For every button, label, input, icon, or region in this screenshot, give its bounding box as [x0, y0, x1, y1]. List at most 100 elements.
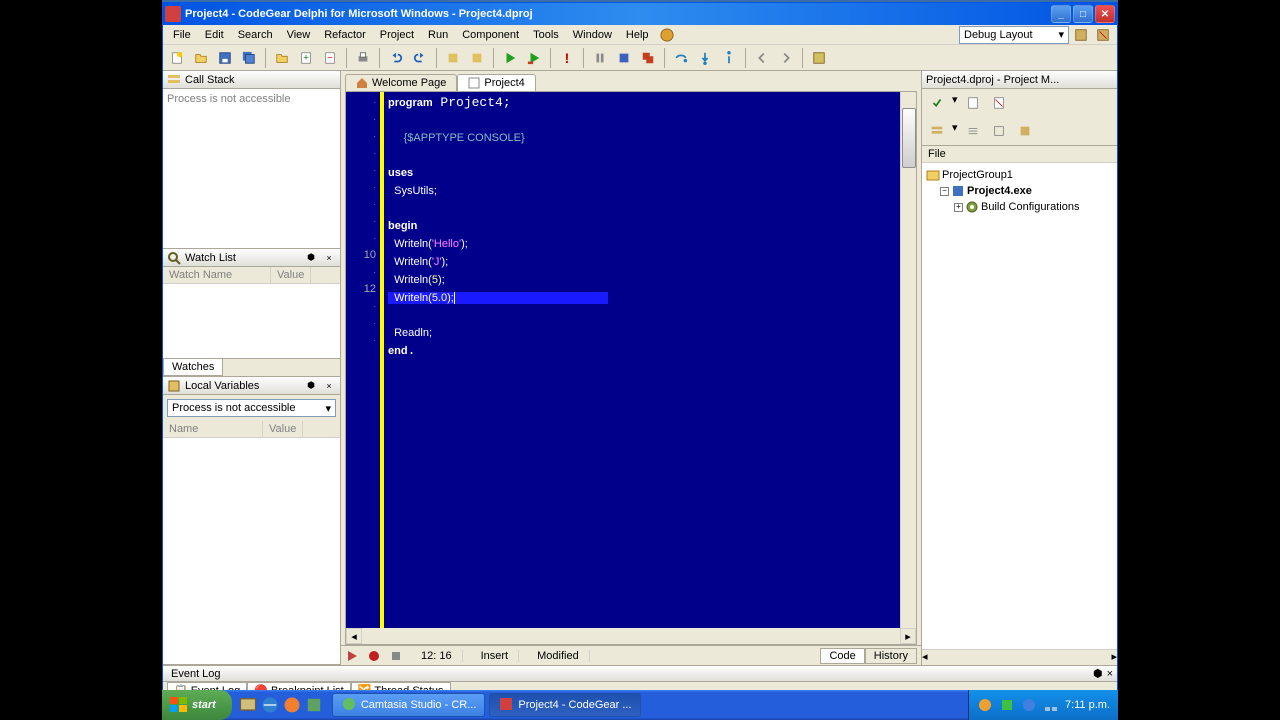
local-col-value[interactable]: Value — [263, 421, 303, 437]
chevron-down-icon[interactable]: ▾ — [952, 93, 958, 113]
menu-project[interactable]: Project — [374, 27, 420, 43]
tab-welcome[interactable]: Welcome Page — [345, 74, 457, 91]
horizontal-scrollbar[interactable]: ◂ ▸ — [346, 628, 916, 644]
task-camtasia[interactable]: Camtasia Studio - CR... — [332, 693, 486, 717]
scroll-left-icon[interactable]: ◂ — [346, 628, 362, 644]
collapse-icon[interactable]: − — [940, 187, 949, 196]
delete-layout-icon[interactable] — [1093, 25, 1113, 45]
pm-col-file[interactable]: File — [922, 146, 1117, 163]
pm-expand-icon[interactable] — [962, 121, 984, 141]
system-tray[interactable]: 7:11 p.m. — [968, 690, 1118, 720]
maximize-button[interactable]: □ — [1073, 5, 1093, 23]
pm-activate-icon[interactable] — [926, 93, 948, 113]
pin-icon[interactable]: ⬢ — [304, 379, 318, 393]
stepover-icon[interactable] — [671, 48, 691, 68]
macro-play-icon[interactable] — [345, 649, 359, 663]
start-button[interactable]: start — [162, 690, 232, 720]
pm-collapse-icon[interactable] — [988, 121, 1010, 141]
tree-projectgroup[interactable]: ProjectGroup1 — [926, 167, 1113, 183]
ql-ie-icon[interactable] — [260, 694, 280, 716]
help-icon[interactable] — [657, 25, 677, 45]
tree-build-configs[interactable]: + Build Configurations — [926, 199, 1113, 215]
tray-icon[interactable] — [977, 697, 993, 713]
menu-tools[interactable]: Tools — [527, 27, 565, 43]
macro-stop-icon[interactable] — [389, 649, 403, 663]
print-icon[interactable] — [353, 48, 373, 68]
taskbar[interactable]: start Camtasia Studio - CR... Project4 -… — [162, 690, 1118, 720]
navfwd-icon[interactable] — [776, 48, 796, 68]
break-icon[interactable]: ! — [557, 48, 577, 68]
pm-sync-icon[interactable] — [1014, 121, 1036, 141]
tray-icon[interactable] — [1021, 697, 1037, 713]
close-button[interactable]: ✕ — [1095, 5, 1115, 23]
run-icon[interactable] — [500, 48, 520, 68]
add-file-icon[interactable]: + — [296, 48, 316, 68]
pm-view1-icon[interactable] — [926, 121, 948, 141]
watch-col-name[interactable]: Watch Name — [163, 267, 271, 283]
close-panel-icon[interactable]: × — [322, 251, 336, 265]
watches-tab[interactable]: Watches — [163, 359, 223, 376]
extra2-icon[interactable] — [467, 48, 487, 68]
tray-clock[interactable]: 7:11 p.m. — [1065, 699, 1110, 711]
minimize-button[interactable]: _ — [1051, 5, 1071, 23]
menu-view[interactable]: View — [281, 27, 317, 43]
chevron-down-icon[interactable]: ▾ — [952, 121, 958, 141]
menu-search[interactable]: Search — [232, 27, 279, 43]
stepinto-icon[interactable] — [695, 48, 715, 68]
menu-run[interactable]: Run — [422, 27, 454, 43]
titlebar[interactable]: Project4 - CodeGear Delphi for Microsoft… — [163, 3, 1117, 25]
save-layout-icon[interactable] — [1071, 25, 1091, 45]
code-view-tab[interactable]: Code — [820, 648, 864, 664]
undo-icon[interactable] — [386, 48, 406, 68]
pm-new-icon[interactable] — [962, 93, 984, 113]
pm-remove-icon[interactable] — [988, 93, 1010, 113]
pin-icon[interactable]: ⬢ — [1093, 667, 1103, 680]
extra1-icon[interactable] — [443, 48, 463, 68]
stop-icon[interactable] — [614, 48, 634, 68]
menu-file[interactable]: File — [167, 27, 197, 43]
stop-all-icon[interactable] — [638, 48, 658, 68]
code-text[interactable]: program Project4; {$APPTYPE CONSOLE} use… — [384, 92, 900, 628]
open-project-icon[interactable] — [272, 48, 292, 68]
gutter[interactable]: · · · · · · · · · 10 · 12 · · · — [346, 92, 384, 628]
toolpalette-icon[interactable] — [809, 48, 829, 68]
saveall-icon[interactable] — [239, 48, 259, 68]
menu-help[interactable]: Help — [620, 27, 655, 43]
pause-icon[interactable] — [590, 48, 610, 68]
open-icon[interactable] — [191, 48, 211, 68]
remove-file-icon[interactable]: − — [320, 48, 340, 68]
local-col-name[interactable]: Name — [163, 421, 263, 437]
close-panel-icon[interactable]: × — [1107, 668, 1113, 680]
scroll-right-icon[interactable]: ▸ — [900, 628, 916, 644]
stepout-icon[interactable] — [719, 48, 739, 68]
close-panel-icon[interactable]: × — [322, 379, 336, 393]
tab-project4[interactable]: Project4 — [457, 74, 535, 91]
task-delphi[interactable]: Project4 - CodeGear ... — [489, 693, 640, 717]
expand-icon[interactable]: + — [954, 203, 963, 212]
layout-combo[interactable]: Debug Layout ▾ — [959, 26, 1069, 44]
run-no-debug-icon[interactable] — [524, 48, 544, 68]
ql-media-icon[interactable] — [282, 694, 302, 716]
code-editor[interactable]: · · · · · · · · · 10 · 12 · · · program … — [345, 91, 917, 645]
navback-icon[interactable] — [752, 48, 772, 68]
pm-scrollbar[interactable]: ◂▸ — [922, 649, 1117, 665]
menu-edit[interactable]: Edit — [199, 27, 230, 43]
tray-icon[interactable] — [999, 697, 1015, 713]
ql-app-icon[interactable] — [304, 694, 324, 716]
watch-col-value[interactable]: Value — [271, 267, 311, 283]
ql-desktop-icon[interactable] — [238, 694, 258, 716]
redo-icon[interactable] — [410, 48, 430, 68]
menu-refactor[interactable]: Refactor — [318, 27, 372, 43]
project-tree[interactable]: ProjectGroup1 − Project4.exe + Build Con… — [922, 163, 1117, 649]
tree-project-exe[interactable]: − Project4.exe — [926, 183, 1113, 199]
tray-network-icon[interactable] — [1043, 697, 1059, 713]
menu-window[interactable]: Window — [567, 27, 618, 43]
pin-icon[interactable]: ⬢ — [304, 251, 318, 265]
eventlog-panel-header[interactable]: Event Log ⬢ × — [163, 665, 1117, 681]
save-icon[interactable] — [215, 48, 235, 68]
new-item-icon[interactable] — [167, 48, 187, 68]
history-view-tab[interactable]: History — [865, 648, 917, 664]
vertical-scrollbar[interactable] — [900, 92, 916, 628]
menu-component[interactable]: Component — [456, 27, 525, 43]
process-combo[interactable]: Process is not accessible ▾ — [167, 399, 336, 417]
